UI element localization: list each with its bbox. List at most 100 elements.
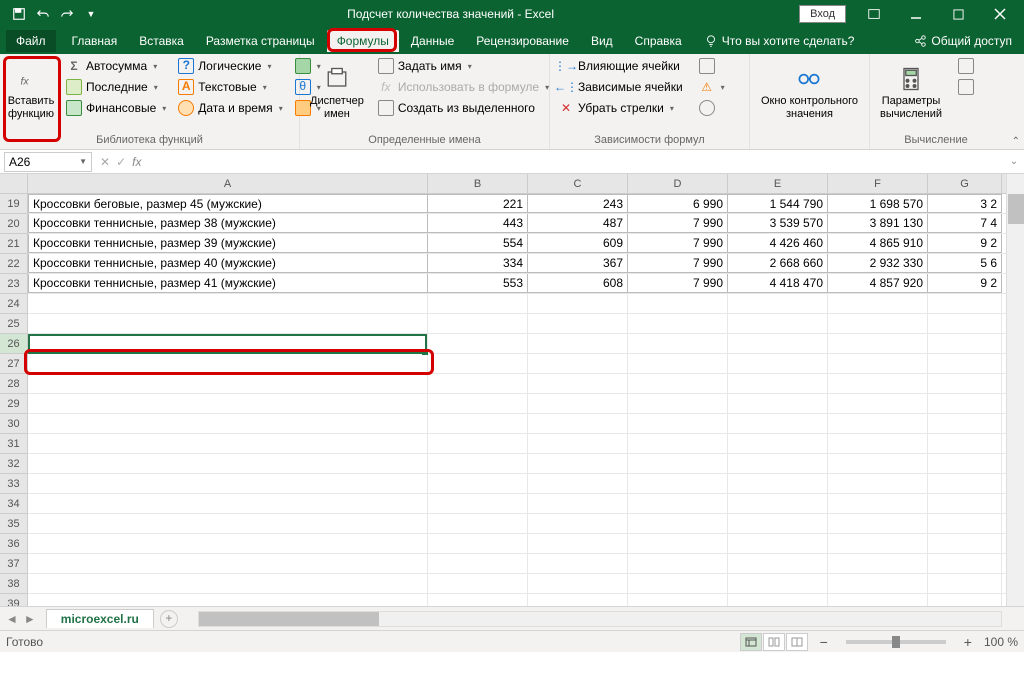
cell[interactable]	[828, 594, 928, 606]
cell[interactable]	[728, 574, 828, 593]
cell[interactable]	[628, 354, 728, 373]
row-header[interactable]: 23	[0, 274, 28, 294]
row-header[interactable]: 20	[0, 214, 28, 234]
cell[interactable]	[928, 574, 1002, 593]
minimize-icon[interactable]	[896, 0, 936, 28]
row-header[interactable]: 28	[0, 374, 28, 394]
cell[interactable]	[928, 494, 1002, 513]
row-header[interactable]: 37	[0, 554, 28, 574]
cell[interactable]	[528, 374, 628, 393]
cell[interactable]	[28, 414, 428, 433]
column-header[interactable]: C	[528, 174, 628, 193]
cell[interactable]: 5 6	[928, 254, 1002, 273]
cell[interactable]	[928, 394, 1002, 413]
zoom-in-button[interactable]: +	[960, 634, 976, 650]
qat-dropdown-icon[interactable]: ▼	[80, 3, 102, 25]
cell[interactable]: 1 544 790	[728, 194, 828, 213]
cell[interactable]	[528, 454, 628, 473]
cell[interactable]	[628, 294, 728, 313]
redo-icon[interactable]	[56, 3, 78, 25]
cell[interactable]	[28, 474, 428, 493]
cell[interactable]	[428, 394, 528, 413]
recent-button[interactable]: Последние▾	[62, 77, 170, 97]
cell[interactable]	[828, 374, 928, 393]
cell[interactable]	[628, 394, 728, 413]
scrollbar-thumb[interactable]	[199, 612, 379, 626]
cell[interactable]: 2 932 330	[828, 254, 928, 273]
cell[interactable]: 3 2	[928, 194, 1002, 213]
cell[interactable]: 608	[528, 274, 628, 293]
cell[interactable]	[28, 574, 428, 593]
cells[interactable]: Кроссовки беговые, размер 45 (мужские)22…	[28, 194, 1006, 606]
cell[interactable]	[828, 394, 928, 413]
cell[interactable]	[828, 354, 928, 373]
cell[interactable]	[928, 534, 1002, 553]
cell[interactable]	[728, 354, 828, 373]
calc-now-button[interactable]	[954, 56, 978, 76]
scrollbar-thumb[interactable]	[1008, 194, 1024, 224]
menu-view[interactable]: Вид	[581, 30, 623, 52]
row-header[interactable]: 26	[0, 334, 28, 354]
row-header[interactable]: 24	[0, 294, 28, 314]
cell[interactable]	[628, 514, 728, 533]
zoom-slider-thumb[interactable]	[892, 636, 900, 648]
cell[interactable]	[928, 374, 1002, 393]
row-header[interactable]: 31	[0, 434, 28, 454]
cell[interactable]	[628, 534, 728, 553]
menu-layout[interactable]: Разметка страницы	[196, 30, 325, 52]
cell[interactable]	[528, 474, 628, 493]
cell[interactable]	[628, 414, 728, 433]
page-break-view-button[interactable]	[786, 633, 808, 651]
undo-icon[interactable]	[32, 3, 54, 25]
cell[interactable]: 7 990	[628, 214, 728, 233]
close-icon[interactable]	[980, 0, 1020, 28]
cell[interactable]	[828, 534, 928, 553]
cell[interactable]	[928, 454, 1002, 473]
cell[interactable]	[828, 474, 928, 493]
menu-home[interactable]: Главная	[62, 30, 128, 52]
cell[interactable]	[828, 334, 928, 353]
cell[interactable]	[728, 514, 828, 533]
cell[interactable]	[428, 414, 528, 433]
formula-input[interactable]	[153, 152, 1004, 172]
cell[interactable]	[728, 294, 828, 313]
cell[interactable]	[28, 314, 428, 333]
cell[interactable]: Кроссовки теннисные, размер 38 (мужские)	[28, 214, 428, 233]
menu-data[interactable]: Данные	[401, 30, 464, 52]
cell[interactable]	[428, 454, 528, 473]
column-header[interactable]: E	[728, 174, 828, 193]
row-header[interactable]: 29	[0, 394, 28, 414]
cell[interactable]	[728, 554, 828, 573]
cell[interactable]: Кроссовки беговые, размер 45 (мужские)	[28, 194, 428, 213]
cell[interactable]	[428, 574, 528, 593]
horizontal-scrollbar[interactable]	[198, 611, 1002, 627]
trace-precedents-button[interactable]: ⋮→Влияющие ячейки	[554, 56, 687, 76]
cell[interactable]	[428, 534, 528, 553]
cell[interactable]: 553	[428, 274, 528, 293]
cell[interactable]: 243	[528, 194, 628, 213]
cell[interactable]: 2 668 660	[728, 254, 828, 273]
cell[interactable]	[628, 554, 728, 573]
cell[interactable]	[928, 554, 1002, 573]
cell[interactable]	[828, 454, 928, 473]
cell[interactable]	[428, 554, 528, 573]
cell[interactable]	[728, 334, 828, 353]
cell[interactable]	[528, 514, 628, 533]
cell[interactable]: 487	[528, 214, 628, 233]
row-header[interactable]: 36	[0, 534, 28, 554]
cell[interactable]: 9 2	[928, 274, 1002, 293]
cell[interactable]	[428, 474, 528, 493]
cell[interactable]	[728, 454, 828, 473]
cell[interactable]	[928, 514, 1002, 533]
cell[interactable]: 554	[428, 234, 528, 253]
select-all-corner[interactable]	[0, 174, 28, 194]
column-header[interactable]: G	[928, 174, 1002, 193]
row-header[interactable]: 22	[0, 254, 28, 274]
create-from-selection-button[interactable]: Создать из выделенного	[374, 98, 553, 118]
cell[interactable]	[28, 434, 428, 453]
cell[interactable]	[428, 354, 528, 373]
column-header[interactable]: A	[28, 174, 428, 193]
text-button[interactable]: AТекстовые▾	[174, 77, 286, 97]
cell[interactable]: 4 418 470	[728, 274, 828, 293]
cell[interactable]	[728, 434, 828, 453]
